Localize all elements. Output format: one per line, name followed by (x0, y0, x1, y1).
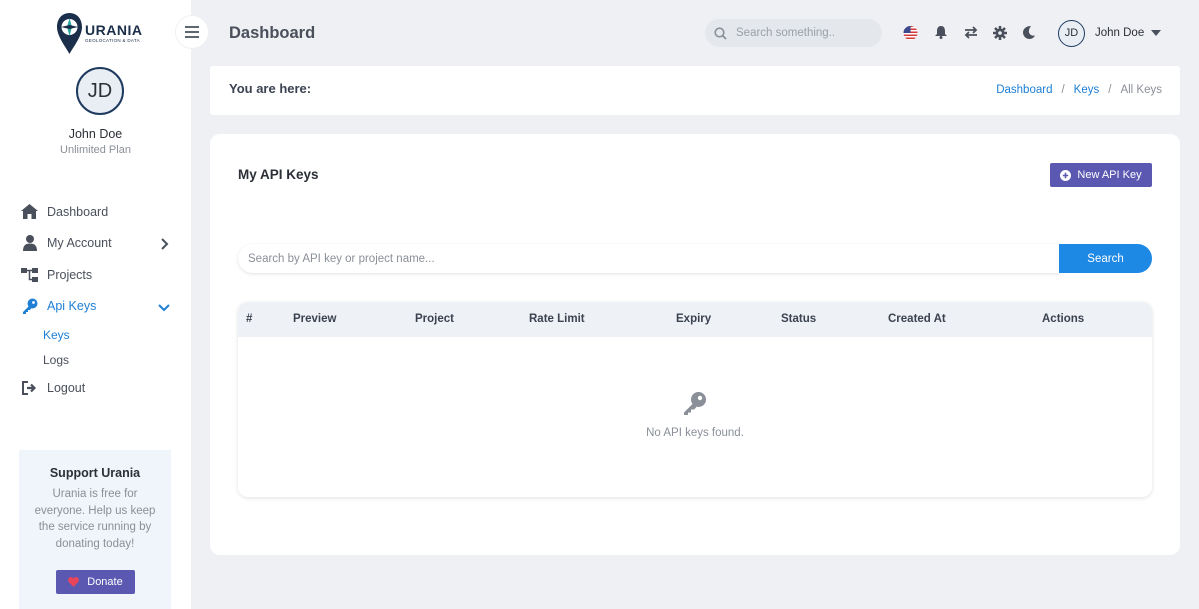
column-header-status[interactable]: Status (781, 313, 816, 325)
api-key-search-input[interactable] (238, 244, 1060, 273)
brand-logo[interactable]: URANIA GEOLOCATION & DATA (56, 12, 142, 55)
search-button[interactable]: Search (1059, 244, 1152, 273)
user-menu[interactable]: JD John Doe (1058, 19, 1162, 47)
api-keys-table: # Preview Project Rate Limit Expiry Stat… (238, 302, 1152, 497)
compass-logo-icon (57, 13, 82, 54)
global-search-input[interactable] (736, 27, 866, 39)
chevron-down-icon (158, 303, 170, 311)
sidebar-subitem-logs[interactable]: Logs (0, 347, 191, 372)
donate-button[interactable]: Donate (56, 570, 135, 594)
support-box: Support Urania Urania is free for everyo… (19, 450, 171, 609)
user-name: John Doe (1095, 27, 1145, 39)
sidebar-item-label: Projects (47, 267, 93, 282)
sidebar-item-api-keys[interactable]: Api Keys (0, 291, 191, 323)
sidebar-nav: Dashboard My Account Projects Api Keys K… (0, 196, 191, 404)
hamburger-icon (185, 26, 199, 38)
sidebar-item-label: Dashboard (47, 204, 109, 219)
sidebar-item-label: Api Keys (47, 299, 97, 314)
sidebar-item-my-account[interactable]: My Account (0, 228, 191, 260)
page-title: Dashboard (229, 24, 316, 42)
card-title: My API Keys (238, 167, 319, 182)
breadcrumb: Dashboard / Keys / All Keys (996, 84, 1162, 96)
empty-state-text: No API keys found. (646, 427, 744, 439)
breadcrumb-card: You are here: Dashboard / Keys / All Key… (210, 66, 1180, 115)
home-icon (21, 203, 38, 220)
profile-name: John Doe (68, 127, 123, 141)
global-search (705, 19, 882, 47)
moon-icon[interactable] (1021, 25, 1036, 40)
exchange-icon[interactable] (963, 25, 978, 40)
plus-circle-icon (1060, 169, 1072, 181)
sidebar-item-dashboard[interactable]: Dashboard (0, 196, 191, 228)
sidebar-subitem-keys[interactable]: Keys (0, 322, 191, 347)
support-title: Support Urania (49, 466, 141, 480)
logout-icon (21, 379, 38, 396)
language-flag-us-icon[interactable] (903, 25, 918, 40)
breadcrumb-separator: / (1108, 84, 1112, 96)
breadcrumb-link-keys[interactable]: Keys (1074, 84, 1100, 96)
new-api-key-label: New API Key (1077, 169, 1142, 181)
breadcrumb-label: You are here: (229, 81, 312, 96)
support-text: Urania is free for everyone. Help us kee… (34, 488, 156, 550)
column-header-project[interactable]: Project (415, 313, 454, 325)
sitemap-icon (21, 266, 38, 283)
key-icon (684, 392, 706, 415)
user-icon (21, 235, 38, 252)
donate-label: Donate (87, 576, 123, 588)
heart-icon (68, 577, 80, 587)
chevron-right-icon (161, 237, 169, 250)
brand-name: URANIA (85, 22, 143, 39)
breadcrumb-current: All Keys (1120, 84, 1162, 96)
new-api-key-button[interactable]: New API Key (1050, 163, 1152, 187)
column-header-actions[interactable]: Actions (1042, 313, 1084, 325)
sidebar: URANIA GEOLOCATION & DATA JD John Doe Un… (0, 0, 191, 609)
column-header-expiry[interactable]: Expiry (676, 313, 711, 325)
column-header-number[interactable]: # (246, 313, 252, 325)
profile-plan: Unlimited Plan (60, 144, 131, 156)
key-icon (21, 298, 38, 315)
column-header-preview[interactable]: Preview (293, 313, 336, 325)
table-header: # Preview Project Rate Limit Expiry Stat… (238, 302, 1152, 337)
brand-tagline: GEOLOCATION & DATA (85, 38, 140, 44)
profile-avatar[interactable]: JD (76, 67, 124, 115)
sidebar-item-projects[interactable]: Projects (0, 259, 191, 291)
search-icon (714, 26, 727, 40)
sidebar-item-logout[interactable]: Logout (0, 372, 191, 404)
column-header-created-at[interactable]: Created At (888, 313, 946, 325)
api-key-search: Search (238, 244, 1152, 273)
breadcrumb-separator: / (1061, 84, 1065, 96)
bell-icon[interactable] (933, 25, 948, 40)
api-keys-card: My API Keys New API Key Search # Preview… (210, 134, 1180, 555)
sidebar-item-label: Logout (47, 380, 86, 395)
menu-toggle-button[interactable] (176, 16, 208, 48)
gear-icon[interactable] (992, 25, 1007, 40)
breadcrumb-link-dashboard[interactable]: Dashboard (996, 84, 1052, 96)
column-header-rate-limit[interactable]: Rate Limit (529, 313, 585, 325)
caret-down-icon (1151, 30, 1162, 36)
sidebar-item-label: My Account (47, 236, 112, 251)
user-avatar: JD (1058, 19, 1085, 47)
